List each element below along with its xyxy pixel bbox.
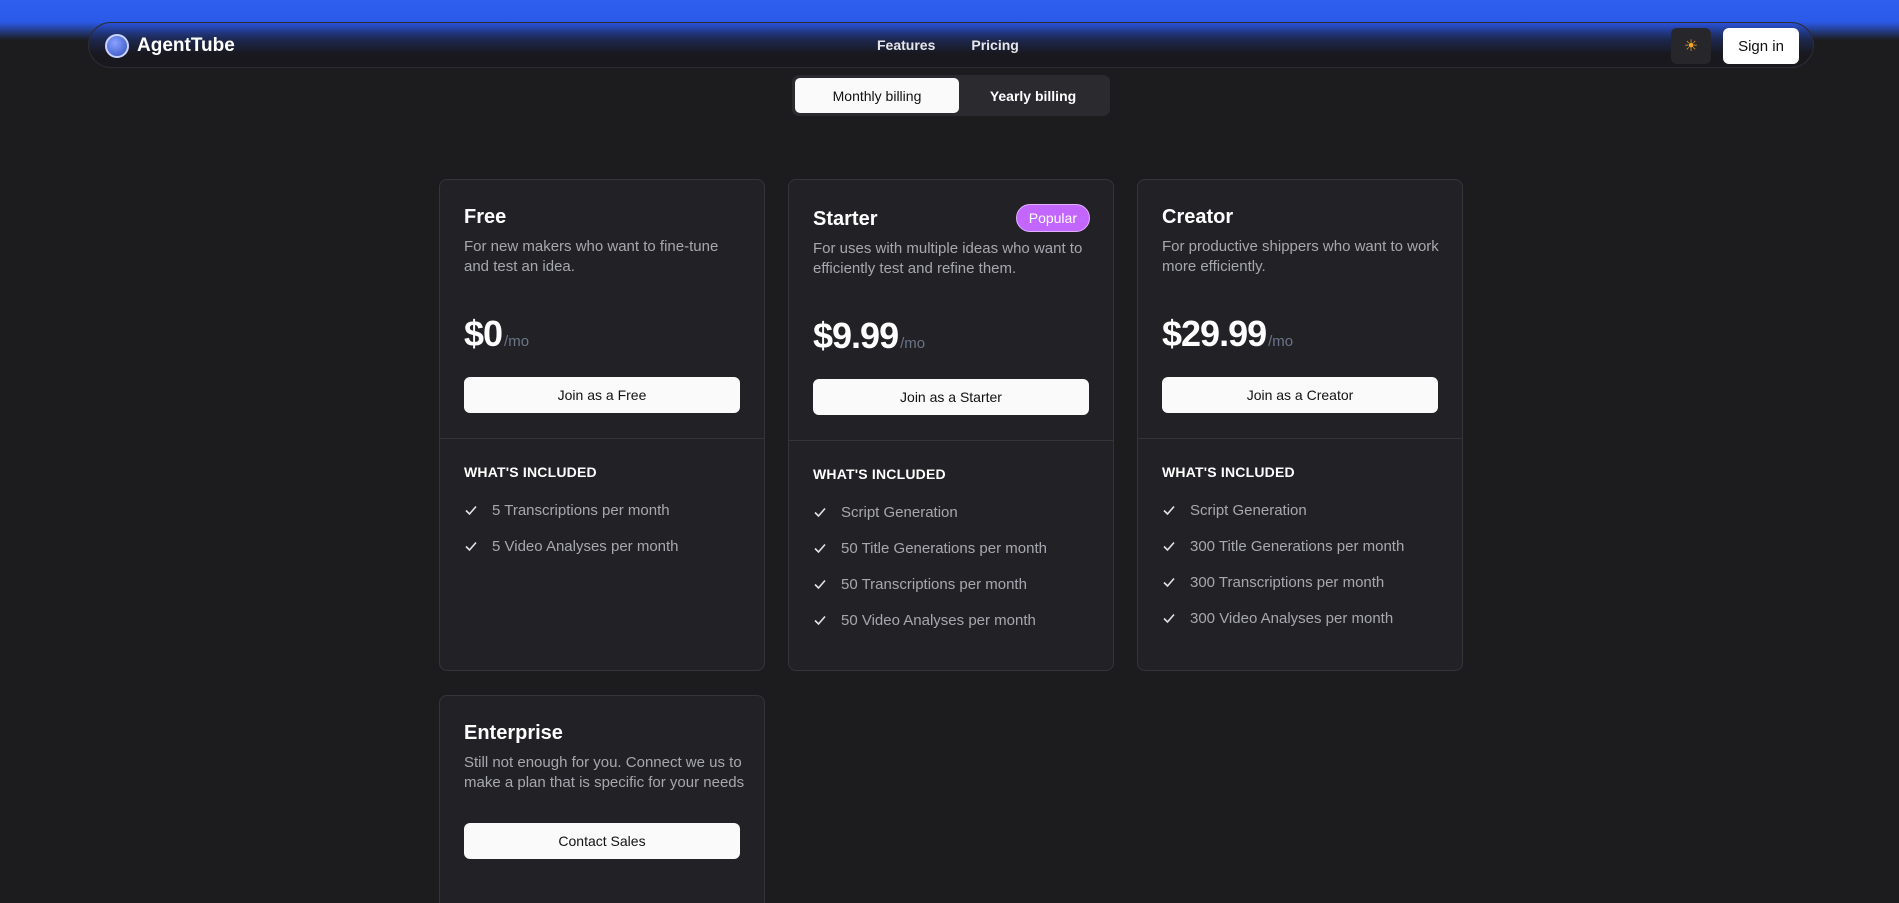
check-icon xyxy=(1162,611,1176,625)
feature-item: Script Generation xyxy=(813,494,1089,530)
feature-label: 5 Transcriptions per month xyxy=(492,501,670,519)
feature-label: Script Generation xyxy=(1190,501,1307,519)
check-icon xyxy=(1162,503,1176,517)
feature-item: 5 Transcriptions per month xyxy=(464,492,740,528)
plan-price: $0 /mo xyxy=(464,313,740,355)
plan-price: $9.99 /mo xyxy=(813,315,1089,357)
plan-description: For uses with multiple ideas who want to… xyxy=(813,240,1083,277)
check-icon xyxy=(464,539,478,553)
price-unit: /mo xyxy=(900,335,926,352)
plan-description: For productive shippers who want to work… xyxy=(1162,238,1439,275)
price-unit: /mo xyxy=(504,333,530,350)
brand[interactable]: AgentTube xyxy=(105,34,235,58)
feature-label: 300 Transcriptions per month xyxy=(1190,573,1385,591)
join-starter-button[interactable]: Join as a Starter xyxy=(813,379,1089,415)
feature-label: Script Generation xyxy=(841,503,958,521)
feature-item: 300 Video Analyses per month xyxy=(1162,600,1438,636)
feature-label: 300 Video Analyses per month xyxy=(1190,609,1394,627)
feature-item: 50 Transcriptions per month xyxy=(813,566,1089,602)
sign-in-button[interactable]: Sign in xyxy=(1723,28,1799,64)
check-icon xyxy=(1162,539,1176,553)
plan-name: Creator xyxy=(1162,206,1234,228)
price-amount: $29.99 xyxy=(1162,313,1267,354)
monthly-billing-tab[interactable]: Monthly billing xyxy=(795,78,959,113)
feature-label: 300 Title Generations per month xyxy=(1190,537,1405,555)
included-title: WHAT'S INCLUDED xyxy=(813,466,946,482)
price-amount: $0 xyxy=(464,313,503,354)
plan-name: Enterprise xyxy=(464,722,563,744)
nav-link-features[interactable]: Features xyxy=(877,37,935,53)
plan-price: $29.99 /mo xyxy=(1162,313,1438,355)
check-icon xyxy=(1162,575,1176,589)
contact-sales-button[interactable]: Contact Sales xyxy=(464,823,740,859)
join-creator-button[interactable]: Join as a Creator xyxy=(1162,377,1438,413)
plan-card-enterprise: Enterprise Still not enough for you. Con… xyxy=(439,695,765,903)
feature-item: 50 Title Generations per month xyxy=(813,530,1089,566)
billing-toggle: Monthly billing Yearly billing xyxy=(792,75,1110,116)
feature-list: 5 Transcriptions per month 5 Video Analy… xyxy=(464,492,740,564)
plan-card-free: Free For new makers who want to fine-tun… xyxy=(439,179,765,671)
theme-toggle-button[interactable]: ☀ xyxy=(1671,28,1711,64)
plan-card-starter: Starter Popular For uses with multiple i… xyxy=(788,179,1114,671)
feature-item: 50 Video Analyses per month xyxy=(813,602,1089,638)
check-icon xyxy=(813,613,827,627)
popular-badge: Popular xyxy=(1015,204,1090,232)
check-icon xyxy=(464,503,478,517)
check-icon xyxy=(813,541,827,555)
plan-description: Still not enough for you. Connect we us … xyxy=(464,754,745,791)
included-title: WHAT'S INCLUDED xyxy=(1162,464,1295,480)
feature-list: Script Generation 50 Title Generations p… xyxy=(813,494,1089,638)
sun-icon: ☀ xyxy=(1683,38,1699,55)
feature-item: Script Generation xyxy=(1162,492,1438,528)
navbar: AgentTube Features Pricing ☀ Sign in xyxy=(88,22,1814,68)
join-free-button[interactable]: Join as a Free xyxy=(464,377,740,413)
nav-link-pricing[interactable]: Pricing xyxy=(971,37,1018,53)
feature-list: Script Generation 300 Title Generations … xyxy=(1162,492,1438,636)
brand-name: AgentTube xyxy=(137,35,235,56)
nav-links: Features Pricing xyxy=(877,37,1019,53)
feature-item: 5 Video Analyses per month xyxy=(464,528,740,564)
plan-description: For new makers who want to fine-tune and… xyxy=(464,238,719,275)
feature-item: 300 Title Generations per month xyxy=(1162,528,1438,564)
check-icon xyxy=(813,505,827,519)
feature-label: 5 Video Analyses per month xyxy=(492,537,679,555)
included-title: WHAT'S INCLUDED xyxy=(464,464,597,480)
check-icon xyxy=(813,577,827,591)
price-unit: /mo xyxy=(1268,333,1294,350)
circle-logo-icon xyxy=(105,34,129,58)
yearly-billing-tab[interactable]: Yearly billing xyxy=(959,78,1107,113)
plan-card-creator: Creator For productive shippers who want… xyxy=(1137,179,1463,671)
feature-label: 50 Transcriptions per month xyxy=(841,575,1027,593)
feature-label: 50 Title Generations per month xyxy=(841,539,1047,557)
price-amount: $9.99 xyxy=(813,315,899,356)
plan-name: Free xyxy=(464,206,507,228)
feature-item: 300 Transcriptions per month xyxy=(1162,564,1438,600)
feature-label: 50 Video Analyses per month xyxy=(841,611,1036,629)
